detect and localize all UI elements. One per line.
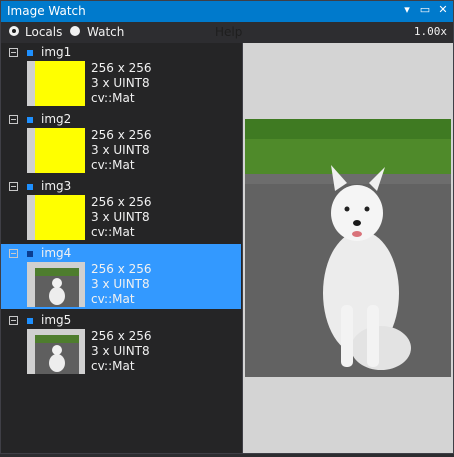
item-size: 256 x 256 — [91, 128, 152, 142]
image-type-icon — [27, 251, 33, 257]
image-type-icon — [27, 50, 33, 56]
item-size: 256 x 256 — [91, 329, 152, 343]
collapse-icon[interactable] — [9, 316, 18, 325]
list-item[interactable]: img1 256 x 256 3 x UINT8 cv::Mat — [1, 43, 241, 108]
collapse-icon[interactable] — [9, 249, 18, 258]
dog-image[interactable] — [243, 43, 453, 453]
image-viewer[interactable] — [243, 43, 453, 453]
watch-radio[interactable] — [70, 26, 80, 36]
item-type: 3 x UINT8 — [91, 143, 150, 157]
item-type: 3 x UINT8 — [91, 210, 150, 224]
item-name: img3 — [41, 179, 72, 193]
thumbnail[interactable] — [27, 61, 85, 106]
item-name: img4 — [41, 246, 72, 260]
thumbnail[interactable] — [27, 195, 85, 240]
list-item[interactable]: img2 256 x 256 3 x UINT8 cv::Mat — [1, 110, 241, 175]
image-type-icon — [27, 318, 33, 324]
item-info: 256 x 256 3 x UINT8 cv::Mat — [91, 329, 152, 374]
item-info: 256 x 256 3 x UINT8 cv::Mat — [91, 128, 152, 173]
item-size: 256 x 256 — [91, 61, 152, 75]
close-icon[interactable]: ✕ — [437, 3, 449, 17]
locals-radio[interactable] — [9, 26, 19, 36]
dropdown-icon[interactable]: ▾ — [401, 3, 413, 17]
item-size: 256 x 256 — [91, 195, 152, 209]
window-title: Image Watch — [7, 4, 86, 18]
list-item-selected[interactable]: img4 256 x 256 3 x UINT8 cv::Mat — [1, 244, 241, 309]
item-type: 3 x UINT8 — [91, 277, 150, 291]
toolbar: Locals Watch Help 1.00x — [1, 22, 453, 42]
item-name: img5 — [41, 313, 72, 327]
item-class: cv::Mat — [91, 292, 135, 306]
item-class: cv::Mat — [91, 225, 135, 239]
image-type-icon — [27, 184, 33, 190]
image-list[interactable]: img1 256 x 256 3 x UINT8 cv::Mat img2 25… — [1, 43, 243, 453]
item-name: img1 — [41, 45, 72, 59]
item-type: 3 x UINT8 — [91, 76, 150, 90]
help-link[interactable]: Help — [215, 25, 242, 39]
thumbnail[interactable] — [27, 128, 85, 173]
item-info: 256 x 256 3 x UINT8 cv::Mat — [91, 262, 152, 307]
item-type: 3 x UINT8 — [91, 344, 150, 358]
maximize-icon[interactable]: ▭ — [419, 3, 431, 17]
list-item[interactable]: img5 256 x 256 3 x UINT8 cv::Mat — [1, 311, 241, 376]
item-info: 256 x 256 3 x UINT8 cv::Mat — [91, 195, 152, 240]
window-controls: ▾ ▭ ✕ — [401, 3, 449, 17]
list-item[interactable]: img3 256 x 256 3 x UINT8 cv::Mat — [1, 177, 241, 242]
collapse-icon[interactable] — [9, 48, 18, 57]
item-class: cv::Mat — [91, 359, 135, 373]
item-class: cv::Mat — [91, 158, 135, 172]
image-type-icon — [27, 117, 33, 123]
item-info: 256 x 256 3 x UINT8 cv::Mat — [91, 61, 152, 106]
title-bar: Image Watch ▾ ▭ ✕ — [1, 1, 453, 22]
collapse-icon[interactable] — [9, 115, 18, 124]
item-size: 256 x 256 — [91, 262, 152, 276]
zoom-level: 1.00x — [413, 25, 447, 38]
collapse-icon[interactable] — [9, 182, 18, 191]
thumbnail[interactable] — [27, 262, 85, 307]
image-watch-window: Image Watch ▾ ▭ ✕ Locals Watch Help 1.00… — [0, 0, 454, 454]
thumbnail[interactable] — [27, 329, 85, 374]
item-class: cv::Mat — [91, 91, 135, 105]
item-name: img2 — [41, 112, 72, 126]
watch-label[interactable]: Watch — [87, 25, 124, 39]
locals-label[interactable]: Locals — [25, 25, 62, 39]
